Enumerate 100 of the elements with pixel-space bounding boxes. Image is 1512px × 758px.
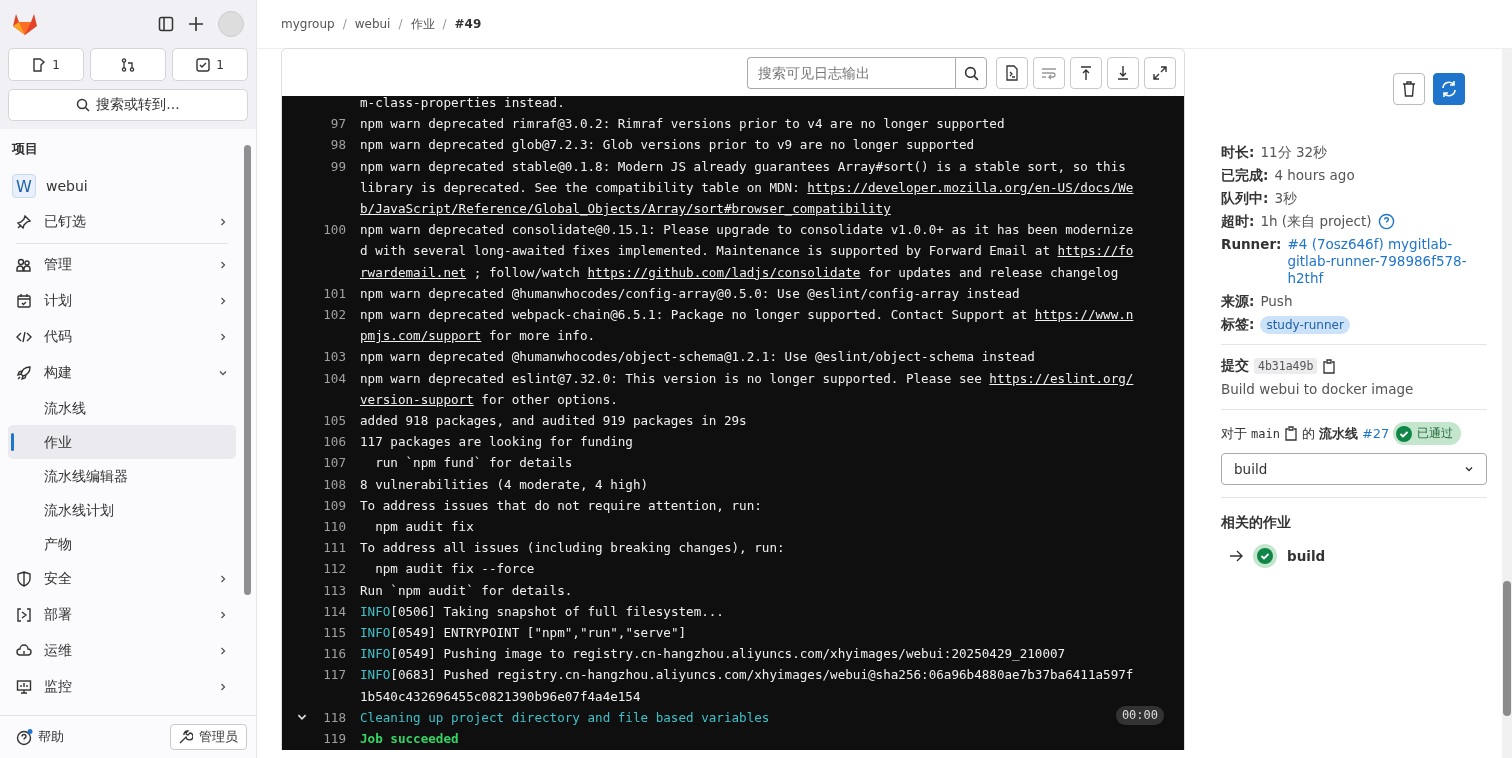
line-number[interactable]: 112 <box>323 558 346 580</box>
branch-link[interactable]: main <box>1251 426 1280 441</box>
log-line: added 918 packages, and audited 919 packages in 29s <box>360 412 747 431</box>
copy-icon[interactable] <box>1283 426 1298 441</box>
line-number[interactable]: 103 <box>323 346 346 368</box>
raw-log-button[interactable] <box>996 57 1028 89</box>
stage-dropdown[interactable]: build <box>1221 453 1487 485</box>
runner-link[interactable]: #4 (7osz646f) mygitlab-gitlab-runner-798986f578-h2thf <box>1287 236 1487 287</box>
help-icon[interactable] <box>1377 213 1395 230</box>
line-number[interactable]: 113 <box>323 579 346 601</box>
nav-subitem[interactable]: 产物 <box>8 527 236 561</box>
log-line: Run `npm audit` for details. <box>360 581 573 600</box>
duration-badge: 00:00 <box>1115 705 1164 725</box>
log-line: To address all issues (including breaking changes), run: <box>360 539 785 558</box>
detail-value: 4 hours ago <box>1274 167 1355 184</box>
commit-sha-link[interactable]: 4b31a49b <box>1254 358 1318 374</box>
related-jobs-heading: 相关的作业 <box>1221 514 1292 532</box>
nav-item[interactable]: 构建 <box>8 355 236 391</box>
project-link[interactable]: W webui <box>8 168 236 204</box>
nav-item[interactable]: 部署 <box>8 597 236 633</box>
scroll-top-button[interactable] <box>1070 57 1102 89</box>
log-line: Cleaning up project directory and file based variables <box>360 708 770 727</box>
line-number[interactable]: 101 <box>323 282 346 305</box>
log-line: run `npm fund` for details <box>374 454 573 473</box>
line-number[interactable]: 106 <box>323 431 346 453</box>
scroll-bottom-button[interactable] <box>1107 57 1139 89</box>
nav-item[interactable]: 计划 <box>8 283 236 319</box>
chevron-right-icon <box>218 682 228 692</box>
line-number[interactable]: 111 <box>323 537 346 559</box>
chevron-down-icon <box>218 368 228 378</box>
nav-item[interactable]: 已钉选 <box>8 204 236 240</box>
line-number[interactable]: 114 <box>323 600 346 623</box>
nav-subitem[interactable]: 作业 <box>8 425 236 459</box>
nav-subitem[interactable]: 流水线计划 <box>8 493 236 527</box>
copy-icon[interactable] <box>1322 358 1337 374</box>
counter-button[interactable]: 1 <box>8 48 84 81</box>
log-search-field[interactable]: 搜索可见日志输出 <box>747 57 955 89</box>
line-number[interactable]: 100 <box>323 219 346 241</box>
nav-item[interactable]: 运维 <box>8 633 236 669</box>
nav-item[interactable]: 代码 <box>8 319 236 355</box>
related-job-link[interactable]: build <box>1287 548 1326 564</box>
line-number[interactable]: 97 <box>330 113 346 135</box>
shield-icon <box>16 571 32 587</box>
arrow-down-icon <box>1117 65 1129 81</box>
section-heading: 项目 <box>10 140 39 158</box>
fullscreen-button[interactable] <box>1144 57 1176 89</box>
log-line: INFO[0549] Pushing image to registry.cn-hangzhou.aliyuncs.com/xhyimages/webui:20250429_210007 <box>360 645 1066 664</box>
counter-button[interactable] <box>90 48 166 81</box>
breadcrumb-separator: / <box>398 17 403 31</box>
nav-subitem[interactable]: 流水线编辑器 <box>8 459 236 493</box>
line-number[interactable]: 105 <box>323 410 346 432</box>
search-button[interactable] <box>955 57 987 89</box>
cloud-icon <box>16 643 32 659</box>
breadcrumb-link[interactable]: mygroup <box>281 17 335 31</box>
help-link[interactable]: 帮助 <box>16 728 64 746</box>
breadcrumb-link[interactable]: 作业 <box>410 15 435 33</box>
line-number[interactable]: 117 <box>323 664 346 686</box>
line-number[interactable]: 116 <box>323 643 346 665</box>
line-number[interactable]: 110 <box>323 516 346 538</box>
breadcrumb-separator: / <box>442 17 447 31</box>
line-number[interactable]: 118 <box>323 706 346 729</box>
status-badge[interactable]: 已通过 <box>1393 422 1462 445</box>
chevron-right-icon <box>218 332 228 342</box>
line-number[interactable]: 119 <box>323 728 346 750</box>
delete-button[interactable] <box>1393 73 1425 105</box>
line-number[interactable]: 109 <box>323 494 346 517</box>
chevron-right-icon <box>218 260 228 270</box>
line-number[interactable]: 102 <box>323 304 346 326</box>
plus-icon[interactable] <box>188 16 204 32</box>
issue-icon <box>32 57 47 72</box>
pin-icon <box>16 214 32 230</box>
line-number[interactable]: 107 <box>323 452 346 474</box>
breadcrumb-link[interactable]: #49 <box>454 17 482 31</box>
check-circle-icon <box>1396 425 1413 442</box>
line-number[interactable]: 108 <box>323 473 346 495</box>
detail-value: 1h (来自 project) <box>1260 213 1372 230</box>
pipeline-link[interactable]: #27 <box>1361 426 1390 441</box>
calendar-icon <box>16 293 32 309</box>
commit-message: Build webui to docker image <box>1221 381 1415 397</box>
fox-logo-icon[interactable] <box>12 12 38 36</box>
line-number[interactable]: 98 <box>330 134 346 156</box>
counter-button[interactable]: 1 <box>172 48 248 81</box>
scrollbar-thumb[interactable] <box>244 145 251 595</box>
admin-button[interactable]: 管理员 <box>170 724 247 750</box>
nav-item[interactable]: 管理 <box>8 247 236 283</box>
search-icon <box>76 98 91 112</box>
line-number[interactable]: 115 <box>323 622 346 644</box>
chevron-right-icon <box>218 296 228 306</box>
retry-button[interactable] <box>1433 73 1465 105</box>
pipeline-label: 流水线 <box>1318 424 1358 443</box>
page-scrollbar-thumb[interactable] <box>1503 581 1511 716</box>
nav-item[interactable]: 安全 <box>8 561 236 597</box>
nav-subitem[interactable]: 流水线 <box>8 391 236 425</box>
breadcrumb-link[interactable]: webui <box>354 17 391 31</box>
sidebar-toggle-icon[interactable] <box>158 16 174 32</box>
line-number[interactable]: 104 <box>323 367 346 389</box>
search-button[interactable]: 搜索或转到... <box>8 89 248 121</box>
merge-request-icon <box>121 57 135 72</box>
line-number[interactable]: 99 <box>330 155 346 177</box>
nav-item[interactable]: 监控 <box>8 669 236 705</box>
